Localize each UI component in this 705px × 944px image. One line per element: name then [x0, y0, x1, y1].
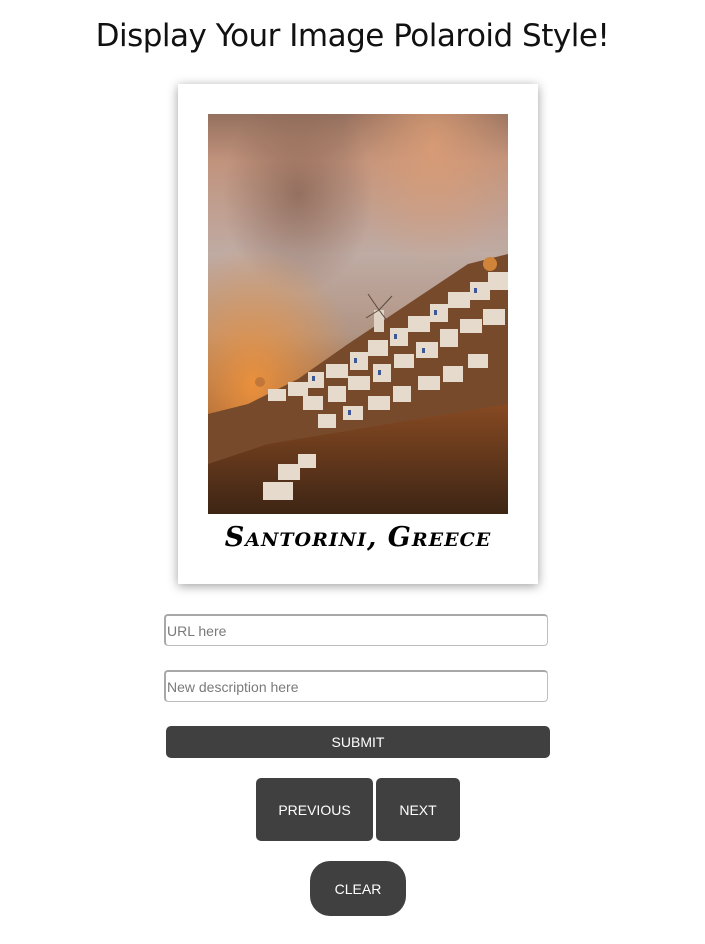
- page: Display Your Image Polaroid Style! Santo…: [0, 0, 705, 944]
- submit-button[interactable]: SUBMIT: [166, 726, 550, 758]
- previous-button[interactable]: PREVIOUS: [256, 778, 373, 841]
- polaroid-photo: [208, 114, 508, 514]
- clear-button[interactable]: CLEAR: [310, 861, 406, 916]
- polaroid-card: Santorini, Greece: [178, 84, 538, 584]
- next-button[interactable]: NEXT: [376, 778, 460, 841]
- page-title: Display Your Image Polaroid Style!: [95, 18, 610, 54]
- url-input[interactable]: [164, 614, 548, 646]
- polaroid-caption: Santorini, Greece: [224, 522, 492, 553]
- description-input[interactable]: [164, 670, 548, 702]
